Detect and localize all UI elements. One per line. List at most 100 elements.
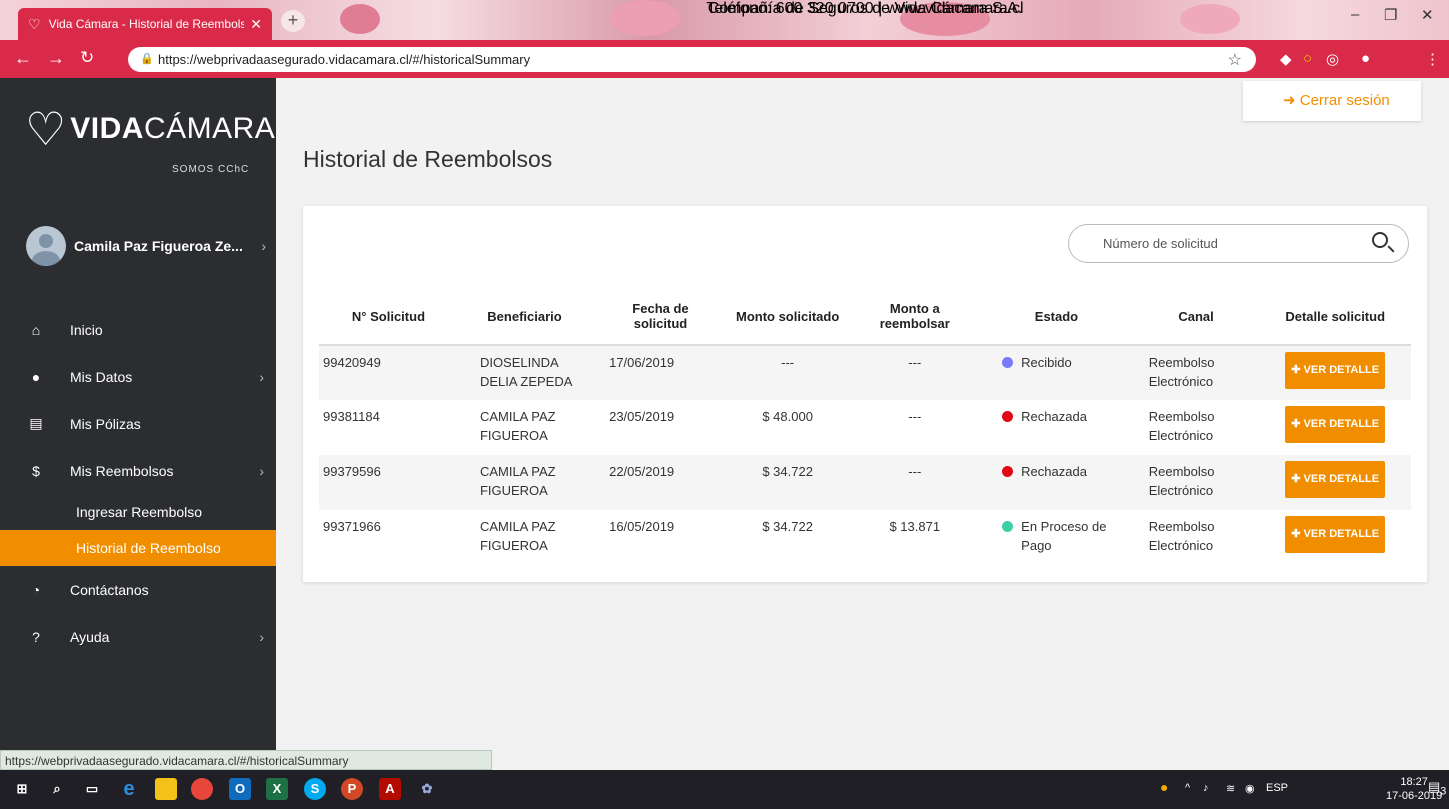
outlook-icon[interactable]: O xyxy=(229,778,251,800)
excel-icon[interactable]: X xyxy=(266,778,288,800)
logout-icon: ➜ xyxy=(1283,92,1296,109)
sidebar-item-label: Mis Datos xyxy=(70,368,133,385)
search-placeholder: Número de solicitud xyxy=(1103,236,1218,251)
acrobat-icon[interactable]: A xyxy=(379,778,401,800)
app-icon[interactable]: ✿ xyxy=(416,778,438,800)
question-icon: ? xyxy=(32,628,40,645)
search-icon[interactable]: ⌕ xyxy=(46,778,68,800)
user-name: Camila Paz Figueroa Ze... xyxy=(74,238,243,254)
cell-detalle: ✚ VER DETALLE xyxy=(1259,400,1411,455)
sidebar-item-label: Mis Pólizas xyxy=(70,415,141,432)
chevron-right-icon: › xyxy=(259,368,264,385)
powerpoint-icon[interactable]: P xyxy=(341,778,363,800)
user-icon: ● xyxy=(31,368,41,385)
back-icon[interactable]: ← xyxy=(14,49,32,67)
notifications-icon[interactable]: ▤3 xyxy=(1428,779,1446,798)
cell-fecha: 23/05/2019 xyxy=(609,409,675,424)
browser-toolbar: ← → ↻ 🔒 https://webprivadaasegurado.vida… xyxy=(0,40,1449,78)
heart-logo-icon: ♡ xyxy=(25,103,67,155)
chevron-up-icon[interactable]: ^ xyxy=(1185,782,1190,794)
cell-numero: 99379596 xyxy=(319,455,454,510)
page-title: Historial de Reembolsos xyxy=(303,146,553,172)
cell-estado: Rechazada xyxy=(980,455,1133,510)
forward-icon[interactable]: → xyxy=(47,49,65,67)
skype-icon[interactable]: S xyxy=(304,778,326,800)
sidebar-item-contactanos[interactable]: ◔ Contáctanos xyxy=(0,566,276,613)
ver-detalle-label: VER DETALLE xyxy=(1303,418,1380,430)
cell-beneficiario: CAMILA PAZ FIGUEROA xyxy=(453,455,596,510)
extension-icon[interactable]: ◆ xyxy=(1280,50,1292,68)
taskbar: ⊞ ⌕ ▭ e O X S P A ✿ ● ^ ♪ ≋ ◉ ESP 18:27 … xyxy=(0,770,1449,809)
brand-logo[interactable]: ♡ VIDACÁMARA xyxy=(25,103,275,155)
column-header-canal: Canal xyxy=(1132,288,1260,346)
language-indicator[interactable]: ESP xyxy=(1266,782,1288,794)
ver-detalle-button[interactable]: ✚ VER DETALLE xyxy=(1285,406,1386,443)
cell-detalle: ✚ VER DETALLE xyxy=(1259,510,1411,565)
sidebar-item-label: Ayuda xyxy=(70,628,110,645)
edge-icon[interactable]: e xyxy=(118,778,140,800)
extension-ring-icon[interactable]: ○ xyxy=(1303,50,1312,67)
sidebar-item-label: Inicio xyxy=(70,321,103,338)
help-tray-icon[interactable]: ● xyxy=(1160,779,1168,795)
browser-tab[interactable]: ♡ Vida Cámara - Historial de Reembolsos … xyxy=(18,8,272,40)
task-view-icon[interactable]: ▭ xyxy=(81,778,103,800)
cell-beneficiario: CAMILA PAZ FIGUEROA xyxy=(479,519,556,553)
chevron-right-icon: › xyxy=(259,628,264,645)
ver-detalle-button[interactable]: ✚ VER DETALLE xyxy=(1285,516,1386,553)
bookmark-star-icon[interactable]: ☆ xyxy=(1228,50,1242,70)
file-explorer-icon[interactable] xyxy=(155,778,177,800)
tab-close-icon[interactable]: ✕ xyxy=(250,16,262,33)
cell-numero: 99371966 xyxy=(323,519,381,534)
cell-canal: Reembolso Electrónico xyxy=(1132,455,1260,510)
new-tab-button[interactable]: + xyxy=(281,10,305,32)
search-icon[interactable] xyxy=(1372,232,1388,248)
status-dot-rechazada xyxy=(1002,411,1014,422)
wifi-icon[interactable]: ≋ xyxy=(1226,782,1235,795)
avatar xyxy=(26,226,66,266)
volume-icon[interactable]: ♪ xyxy=(1203,782,1209,794)
logout-button[interactable]: ➜ Cerrar sesión xyxy=(1243,81,1421,121)
brand-tagline: SOMOS CChC xyxy=(172,164,250,175)
column-header-beneficiario: Beneficiario xyxy=(453,288,596,346)
sidebar-subitem-ingresar-reembolso[interactable]: Ingresar Reembolso xyxy=(0,494,276,530)
table-header-row: N° Solicitud Beneficiario Fecha de solic… xyxy=(319,288,1411,346)
status-label: Rechazada xyxy=(1021,409,1087,424)
cell-canal: Reembolso Electrónico xyxy=(1148,409,1215,443)
chrome-icon[interactable] xyxy=(191,778,213,800)
search-input[interactable]: Número de solicitud xyxy=(1068,224,1409,263)
ver-detalle-button[interactable]: ✚ VER DETALLE xyxy=(1285,461,1386,498)
sidebar-item-mis-datos[interactable]: ● Mis Datos › xyxy=(0,353,276,400)
extension-target-icon[interactable]: ◎ xyxy=(1326,50,1339,68)
column-header-estado: Estado xyxy=(980,288,1133,346)
sidebar-item-inicio[interactable]: ⌂ Inicio xyxy=(0,306,276,353)
cell-numero: 99420949 xyxy=(319,345,454,400)
reload-icon[interactable]: ↻ xyxy=(80,49,94,67)
cell-monto-reembolsar: --- xyxy=(908,409,922,424)
ver-detalle-button[interactable]: ✚ VER DETALLE xyxy=(1285,352,1386,389)
menu-kebab-icon[interactable]: ⋮ xyxy=(1425,50,1440,68)
profile-avatar-icon[interactable]: ● xyxy=(1361,50,1370,67)
status-label: Rechazada xyxy=(1021,464,1087,479)
sidebar: ♡ VIDACÁMARA SOMOS CChC Camila Paz Figue… xyxy=(0,78,276,770)
sidebar-subitem-historial-reembolso[interactable]: Historial de Reembolso xyxy=(0,530,276,566)
user-profile[interactable]: Camila Paz Figueroa Ze... › xyxy=(26,226,266,266)
sidebar-item-mis-polizas[interactable]: ▤ Mis Pólizas xyxy=(0,400,276,447)
network-icon[interactable]: ◉ xyxy=(1245,782,1255,795)
status-label: En Proceso de Pago xyxy=(1021,519,1107,553)
tab-title: Vida Cámara - Historial de Reembolsos xyxy=(48,17,245,31)
list-icon: ▤ xyxy=(29,415,43,431)
dollar-icon: $ xyxy=(32,462,40,479)
table-row: 99381184 CAMILA PAZ FIGUEROA 23/05/2019 … xyxy=(319,400,1411,455)
lock-icon: 🔒 xyxy=(140,53,154,65)
sidebar-item-ayuda[interactable]: ? Ayuda › xyxy=(0,613,276,660)
windows-start-icon[interactable]: ⊞ xyxy=(11,778,33,800)
status-label: Recibido xyxy=(1021,355,1072,370)
status-dot-rechazada xyxy=(1002,466,1014,477)
cell-detalle: ✚ VER DETALLE xyxy=(1259,455,1411,510)
ver-detalle-label: VER DETALLE xyxy=(1303,364,1380,376)
address-bar[interactable]: 🔒 https://webprivadaasegurado.vidacamara… xyxy=(128,47,1256,72)
table-row: 99379596 CAMILA PAZ FIGUEROA 22/05/2019 … xyxy=(319,455,1411,510)
cell-numero: 99381184 xyxy=(323,409,380,424)
sidebar-item-mis-reembolsos[interactable]: $ Mis Reembolsos › xyxy=(0,447,276,494)
cell-fecha: 22/05/2019 xyxy=(595,455,726,510)
